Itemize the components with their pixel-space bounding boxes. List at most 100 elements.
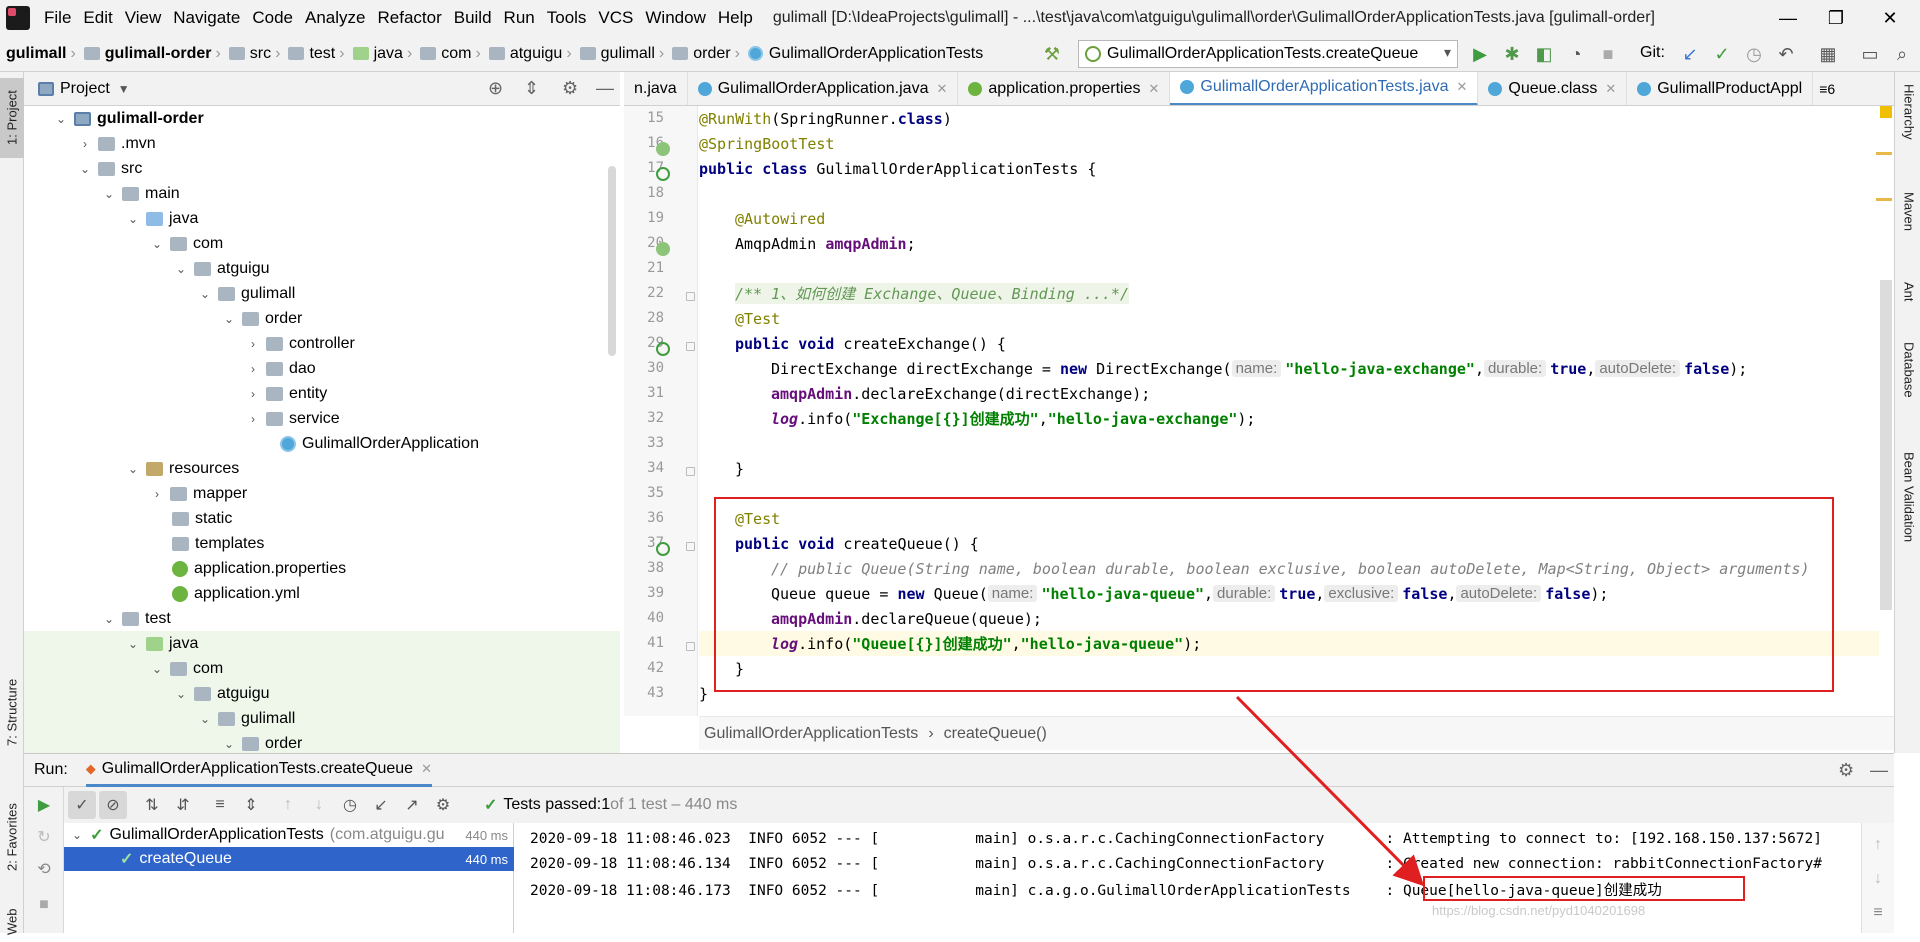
git-update-icon[interactable]: ↙ [1678, 42, 1702, 66]
profile-icon[interactable]: ◔ [1564, 42, 1588, 66]
chevron-down-icon[interactable]: ⌄ [72, 828, 82, 842]
database-tool-tab[interactable]: Database [1897, 342, 1920, 432]
hierarchy-tool-tab[interactable]: Hierarchy [1897, 84, 1920, 174]
minimize-button[interactable]: — [1764, 0, 1812, 36]
crumb-test-class[interactable]: GulimallOrderApplicationTests [769, 45, 983, 63]
export-tests-icon[interactable]: ↗ [398, 791, 426, 819]
web-tool-tab[interactable]: Web [0, 902, 24, 942]
presentation-icon[interactable]: ▭ [1858, 42, 1882, 66]
show-ignored-icon[interactable]: ⊘ [99, 791, 127, 819]
tab-n-java[interactable]: n.java [624, 72, 688, 105]
locate-icon[interactable]: ⊕ [488, 78, 503, 99]
chevron-down-icon[interactable]: ⌄ [126, 637, 140, 651]
import-tests-icon[interactable]: ↙ [367, 791, 395, 819]
bean-validation-tool-tab[interactable]: Bean Validation [1897, 452, 1920, 582]
menu-refactor[interactable]: Refactor [371, 0, 447, 36]
tree-item[interactable]: ⌄ main [24, 181, 620, 206]
chevron-down-icon[interactable]: ⌄ [150, 237, 164, 251]
spring-bean-icon[interactable] [656, 142, 670, 156]
crumb-atguigu[interactable]: atguigu [510, 45, 563, 63]
chevron-down-icon[interactable]: ⌄ [126, 462, 140, 476]
gear-icon[interactable]: ⚙ [429, 791, 457, 819]
chevron-right-icon[interactable]: › [246, 387, 260, 401]
close-icon[interactable]: ✕ [421, 761, 432, 777]
tree-item[interactable]: › controller [24, 331, 620, 356]
warning-marker-icon[interactable] [1880, 106, 1892, 118]
tree-item[interactable]: ⌄ java [24, 631, 620, 656]
close-icon[interactable]: ✕ [1148, 81, 1159, 97]
project-structure-icon[interactable]: ▦ [1816, 42, 1840, 66]
chevron-right-icon[interactable]: › [78, 137, 92, 151]
scroll-up-icon[interactable]: ↑ [1864, 831, 1892, 859]
soft-wrap-icon[interactable]: ≡ [1864, 899, 1892, 927]
chevron-down-icon[interactable]: ⌄ [150, 662, 164, 676]
editor-scrollbar[interactable] [1880, 280, 1892, 610]
hide-panel-icon[interactable]: — [596, 78, 614, 99]
crumb-gulimall-pkg[interactable]: gulimall [601, 45, 655, 63]
chevron-down-icon[interactable]: ⌄ [78, 162, 92, 176]
menu-analyze[interactable]: Analyze [299, 0, 371, 36]
tree-item[interactable]: ⌄ atguigu [24, 256, 620, 281]
fold-icon[interactable] [686, 292, 695, 301]
close-icon[interactable]: ✕ [1605, 81, 1616, 97]
menu-help[interactable]: Help [712, 0, 759, 36]
fold-icon[interactable] [686, 542, 695, 551]
tab-application-properties[interactable]: application.properties ✕ [958, 72, 1171, 105]
chevron-down-icon[interactable]: ▼ [118, 82, 130, 96]
test-history-icon[interactable]: ◷ [336, 791, 364, 819]
tree-item[interactable]: ⌄ gulimall-order [24, 106, 620, 131]
menu-view[interactable]: View [119, 0, 168, 36]
crumb-java[interactable]: java [374, 45, 403, 63]
menu-window[interactable]: Window [639, 0, 711, 36]
tree-scrollbar[interactable] [608, 166, 616, 356]
coverage-icon[interactable]: ◧ [1532, 42, 1556, 66]
fold-icon[interactable] [686, 467, 695, 476]
tree-item[interactable]: ⌄ order [24, 306, 620, 331]
next-test-icon[interactable]: ↓ [305, 791, 333, 819]
chevron-right-icon[interactable]: › [246, 337, 260, 351]
run-test-icon[interactable] [656, 342, 670, 356]
breadcrumb-class[interactable]: GulimallOrderApplicationTests [704, 725, 918, 743]
collapse-all-icon[interactable]: ⇕ [524, 78, 539, 99]
gear-icon[interactable]: ⚙ [562, 78, 578, 99]
close-icon[interactable]: ✕ [936, 81, 947, 97]
gear-icon[interactable]: ⚙ [1838, 760, 1854, 781]
hide-panel-icon[interactable]: — [1870, 760, 1888, 781]
fold-icon[interactable] [686, 342, 695, 351]
tab-queue-class[interactable]: Queue.class ✕ [1478, 72, 1628, 105]
stop-icon[interactable]: ■ [30, 891, 58, 919]
tree-item[interactable]: ⌄ resources [24, 456, 620, 481]
search-everywhere-icon[interactable]: ⌕ [1890, 42, 1914, 66]
menu-edit[interactable]: Edit [77, 0, 118, 36]
tree-item[interactable]: ⌄ com [24, 656, 620, 681]
crumb-com[interactable]: com [441, 45, 471, 63]
error-stripe-mark[interactable] [1876, 152, 1892, 155]
tree-item[interactable]: ⌄ gulimall [24, 706, 620, 731]
chevron-down-icon[interactable]: ⌄ [174, 687, 188, 701]
fold-icon[interactable] [686, 642, 695, 651]
git-commit-icon[interactable]: ✓ [1710, 42, 1734, 66]
project-view-select[interactable]: Project [60, 80, 110, 98]
tab-overflow-button[interactable]: ≡6 [1813, 72, 1841, 105]
close-button[interactable]: ✕ [1866, 0, 1914, 36]
rerun-icon[interactable]: ▶ [30, 791, 58, 819]
error-stripe-mark[interactable] [1876, 198, 1892, 201]
crumb-test[interactable]: test [309, 45, 335, 63]
menu-run[interactable]: Run [498, 0, 541, 36]
chevron-down-icon[interactable]: ⌄ [198, 287, 212, 301]
crumb-src[interactable]: src [250, 45, 271, 63]
crumb-gulimall[interactable]: gulimall [6, 45, 66, 63]
tree-item[interactable]: ⌄ test [24, 606, 620, 631]
sort-duration-icon[interactable]: ⇵ [169, 791, 197, 819]
chevron-down-icon[interactable]: ⌄ [222, 737, 236, 751]
run-tab[interactable]: ◆ GulimallOrderApplicationTests.createQu… [85, 753, 432, 787]
test-suite-row[interactable]: ⌄ ✓ GulimallOrderApplicationTests (com.a… [64, 823, 514, 847]
favorites-tool-tab[interactable]: 2: Favorites [0, 792, 24, 882]
chevron-right-icon[interactable]: › [246, 362, 260, 376]
chevron-down-icon[interactable]: ⌄ [174, 262, 188, 276]
tree-item[interactable]: › .mvn [24, 131, 620, 156]
tree-item[interactable]: › dao [24, 356, 620, 381]
tree-item[interactable]: ⌄ src [24, 156, 620, 181]
autowired-bean-icon[interactable] [656, 242, 670, 256]
close-icon[interactable]: ✕ [1456, 79, 1467, 95]
